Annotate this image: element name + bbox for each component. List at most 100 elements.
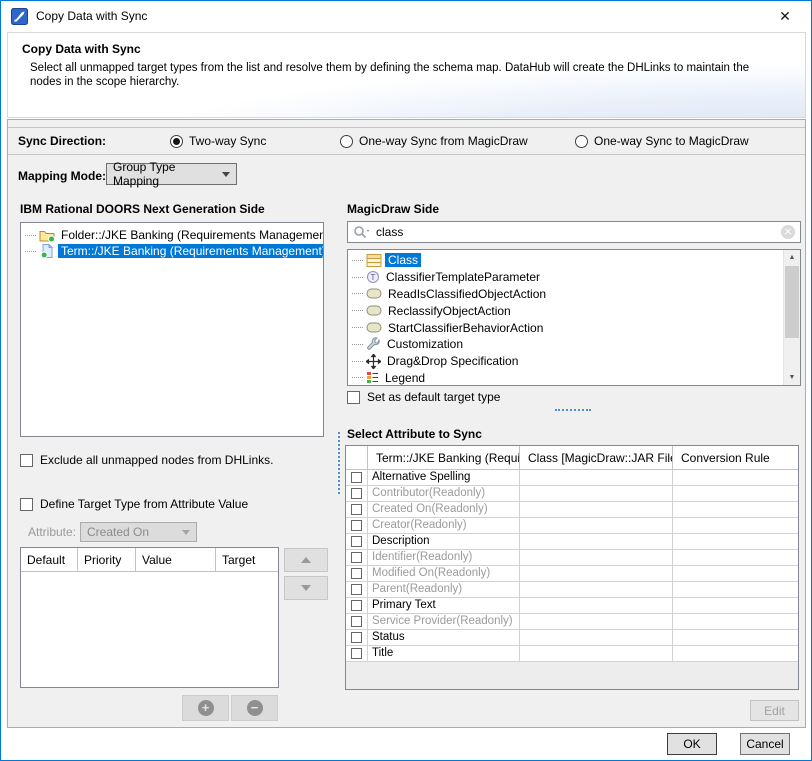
list-item-customization[interactable]: Customization — [348, 336, 800, 353]
list-item-start-classifier-behavior-action[interactable]: StartClassifierBehaviorAction — [348, 319, 800, 336]
conversion-cell[interactable] — [673, 518, 798, 533]
checkbox-icon[interactable] — [351, 616, 362, 627]
tree-item-folder[interactable]: Folder::/JKE Banking (Requirements Manag… — [21, 227, 323, 243]
list-item-classifier-template-parameter[interactable]: T ClassifierTemplateParameter — [348, 269, 800, 286]
table-row[interactable]: Creator(Readonly) — [346, 518, 798, 534]
list-item-class[interactable]: Class — [348, 252, 800, 269]
clear-search-icon[interactable] — [781, 225, 795, 239]
table-row[interactable]: Created On(Readonly) — [346, 502, 798, 518]
class-cell[interactable] — [520, 566, 673, 581]
list-item-drag-drop-specification[interactable]: Drag&Drop Specification — [348, 353, 800, 370]
attribute-label: Parent(Readonly) — [368, 582, 520, 597]
checkbox-icon[interactable] — [20, 498, 33, 511]
radio-label: Two-way Sync — [189, 134, 266, 148]
checkbox-icon[interactable] — [20, 454, 33, 467]
edit-button[interactable]: Edit — [750, 700, 799, 721]
attribute-select[interactable]: Created On — [80, 522, 197, 542]
table-row[interactable]: Description — [346, 534, 798, 550]
checkbox-icon[interactable] — [351, 488, 362, 499]
class-cell[interactable] — [520, 646, 673, 661]
scroll-down-icon[interactable]: ▼ — [784, 370, 800, 385]
checkbox-icon[interactable] — [351, 648, 362, 659]
column-header-class[interactable]: Class [MagicDraw::JAR File ... — [520, 446, 673, 469]
class-cell[interactable] — [520, 518, 673, 533]
conversion-cell[interactable] — [673, 486, 798, 501]
tree-connector — [352, 361, 363, 362]
column-header-value[interactable]: Value — [136, 548, 216, 571]
table-row[interactable]: Contributor(Readonly) — [346, 486, 798, 502]
table-row[interactable]: Identifier(Readonly) — [346, 550, 798, 566]
title-bar: Copy Data with Sync ✕ — [2, 1, 810, 31]
table-row[interactable]: Status — [346, 630, 798, 646]
move-down-button[interactable] — [284, 576, 328, 600]
table-row[interactable]: Alternative Spelling — [346, 470, 798, 486]
scroll-up-icon[interactable]: ▲ — [784, 250, 800, 265]
target-value-table: Default Priority Value Target — [20, 547, 279, 688]
conversion-cell[interactable] — [673, 582, 798, 597]
list-item-legend[interactable]: Legend — [348, 370, 800, 386]
remove-row-button[interactable]: − — [231, 695, 278, 721]
cancel-button[interactable]: Cancel — [740, 733, 790, 755]
horizontal-splitter-handle[interactable] — [555, 409, 591, 411]
class-cell[interactable] — [520, 486, 673, 501]
radio-one-way-to-magicdraw[interactable]: One-way Sync to MagicDraw — [575, 134, 749, 148]
conversion-cell[interactable] — [673, 598, 798, 613]
conversion-cell[interactable] — [673, 630, 798, 645]
scrollbar-thumb[interactable] — [785, 266, 799, 338]
table-row[interactable]: Parent(Readonly) — [346, 582, 798, 598]
checkbox-icon[interactable] — [351, 600, 362, 611]
search-input[interactable] — [376, 223, 776, 241]
checkbox-icon[interactable] — [351, 632, 362, 643]
column-header-default[interactable]: Default — [21, 548, 78, 571]
table-row[interactable]: Service Provider(Readonly) — [346, 614, 798, 630]
checkbox-icon[interactable] — [351, 520, 362, 531]
class-cell[interactable] — [520, 582, 673, 597]
column-header-conversion-rule[interactable]: Conversion Rule — [673, 446, 798, 469]
conversion-cell[interactable] — [673, 534, 798, 549]
class-cell[interactable] — [520, 598, 673, 613]
list-scrollbar[interactable]: ▲ ▼ — [783, 250, 800, 385]
conversion-cell[interactable] — [673, 566, 798, 581]
conversion-cell[interactable] — [673, 470, 798, 485]
checkbox-icon[interactable] — [351, 584, 362, 595]
list-item-label: ReclassifyObjectAction — [385, 304, 514, 318]
checkbox-icon[interactable] — [351, 568, 362, 579]
conversion-cell[interactable] — [673, 550, 798, 565]
conversion-cell[interactable] — [673, 502, 798, 517]
class-cell[interactable] — [520, 630, 673, 645]
radio-one-way-from-magicdraw[interactable]: One-way Sync from MagicDraw — [340, 134, 528, 148]
checkbox-icon[interactable] — [351, 472, 362, 483]
conversion-cell[interactable] — [673, 614, 798, 629]
class-cell[interactable] — [520, 470, 673, 485]
list-item-read-is-classified-object-action[interactable]: ReadIsClassifiedObjectAction — [348, 286, 800, 303]
checkbox-icon[interactable] — [351, 536, 362, 547]
move-up-button[interactable] — [284, 548, 328, 572]
tree-item-term[interactable]: Term::/JKE Banking (Requirements Managem… — [21, 243, 323, 259]
checkbox-icon[interactable] — [351, 504, 362, 515]
column-header-target[interactable]: Target — [216, 548, 278, 571]
table-row[interactable]: Modified On(Readonly) — [346, 566, 798, 582]
search-icon[interactable] — [353, 225, 371, 239]
sync-direction-row: Sync Direction: Two-way Sync One-way Syn… — [8, 127, 805, 155]
table-row[interactable]: Primary Text — [346, 598, 798, 614]
exclude-unmapped-checkbox-row[interactable]: Exclude all unmapped nodes from DHLinks. — [20, 453, 273, 467]
add-row-button[interactable]: + — [182, 695, 229, 721]
class-cell[interactable] — [520, 502, 673, 517]
list-item-reclassify-object-action[interactable]: ReclassifyObjectAction — [348, 302, 800, 319]
checkbox-icon[interactable] — [351, 552, 362, 563]
mapping-mode-select[interactable]: Group Type Mapping — [106, 163, 237, 185]
define-target-type-checkbox-row[interactable]: Define Target Type from Attribute Value — [20, 497, 248, 511]
table-row[interactable]: Title — [346, 646, 798, 662]
close-icon[interactable]: ✕ — [769, 2, 801, 30]
class-cell[interactable] — [520, 614, 673, 629]
ok-button[interactable]: OK — [667, 733, 717, 755]
radio-two-way-sync[interactable]: Two-way Sync — [170, 134, 266, 148]
class-cell[interactable] — [520, 550, 673, 565]
vertical-splitter-handle[interactable] — [338, 432, 340, 494]
class-cell[interactable] — [520, 534, 673, 549]
set-default-target-checkbox-row[interactable]: Set as default target type — [347, 390, 500, 404]
column-header-term[interactable]: Term::/JKE Banking (Requir... — [368, 446, 520, 469]
checkbox-icon[interactable] — [347, 391, 360, 404]
column-header-priority[interactable]: Priority — [78, 548, 136, 571]
conversion-cell[interactable] — [673, 646, 798, 661]
